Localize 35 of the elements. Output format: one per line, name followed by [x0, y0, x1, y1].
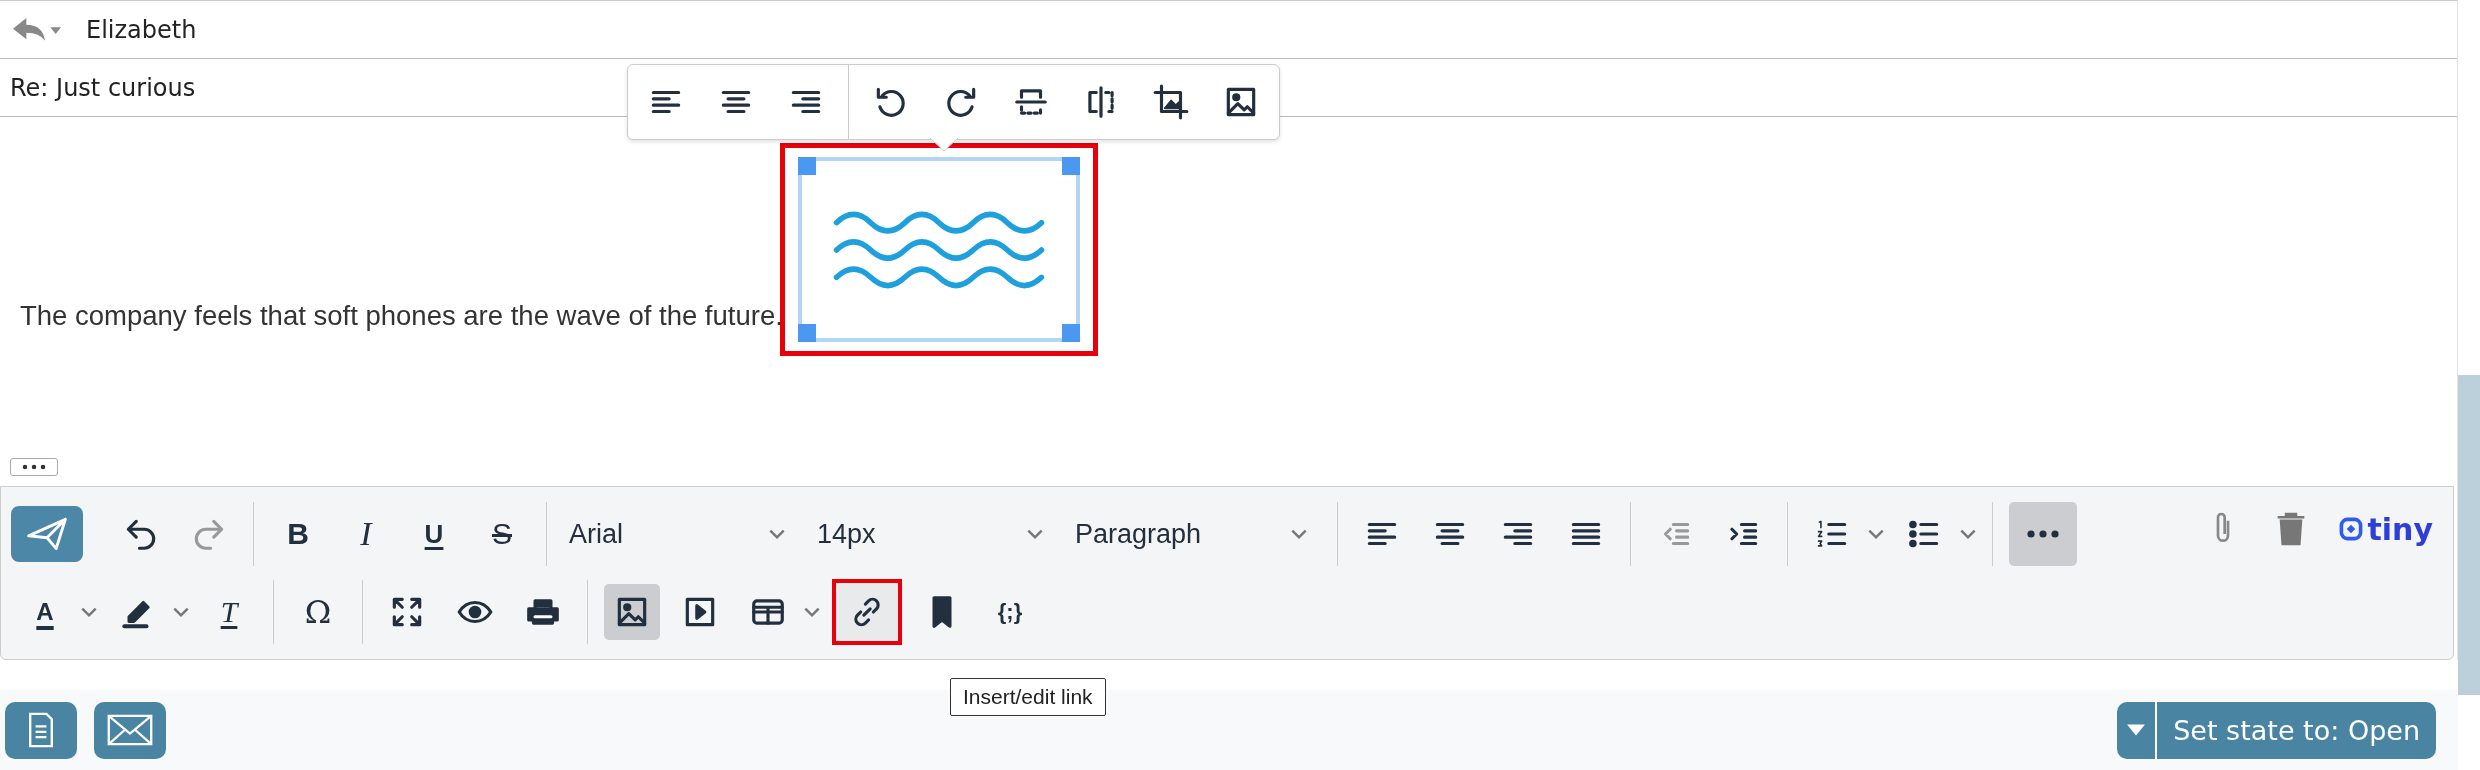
brand-logo[interactable]: tiny: [2339, 511, 2433, 547]
resize-handle[interactable]: [1061, 324, 1080, 342]
italic-button[interactable]: I: [338, 506, 394, 562]
email-button[interactable]: [94, 701, 166, 759]
resize-handle[interactable]: [797, 324, 816, 342]
code-sample-button[interactable]: {;}: [982, 584, 1038, 640]
special-char-button[interactable]: Ω: [290, 584, 346, 640]
crop-icon: [1152, 83, 1190, 121]
strike-button[interactable]: S: [474, 506, 530, 562]
state-menu-button[interactable]: [2117, 701, 2158, 759]
resize-handle[interactable]: [1061, 157, 1080, 175]
tooltip: Insert/edit link: [950, 678, 1106, 716]
show-more-button[interactable]: [10, 458, 58, 476]
image-button[interactable]: [604, 584, 660, 640]
dropdown[interactable]: Arial: [557, 506, 793, 562]
recipient-name: Elizabeth: [86, 15, 197, 44]
scrollbar-thumb[interactable]: [2458, 375, 2480, 695]
body-text: The company feels that soft phones are the wave of the future.: [20, 300, 783, 333]
caret-down-icon: [2127, 724, 2146, 736]
dropdown[interactable]: 14px: [805, 506, 1051, 562]
more-button[interactable]: [2009, 502, 2077, 566]
image-selection-frame[interactable]: [797, 157, 1080, 342]
resize-handle[interactable]: [797, 157, 816, 175]
link-button[interactable]: [832, 579, 902, 645]
document-button[interactable]: [5, 701, 77, 759]
more-icon: [2026, 529, 2060, 539]
send-button[interactable]: [11, 506, 83, 562]
set-state-button[interactable]: Set state to: Open: [2157, 701, 2436, 759]
dropdown[interactable]: Paragraph: [1063, 506, 1315, 562]
underline-button[interactable]: U: [406, 506, 462, 562]
bold-button[interactable]: B: [270, 506, 326, 562]
ellipsis-icon: [22, 464, 46, 470]
text-color-button[interactable]: A: [17, 584, 73, 640]
envelope-icon: [107, 712, 153, 748]
clear-format-button[interactable]: T: [201, 584, 257, 640]
